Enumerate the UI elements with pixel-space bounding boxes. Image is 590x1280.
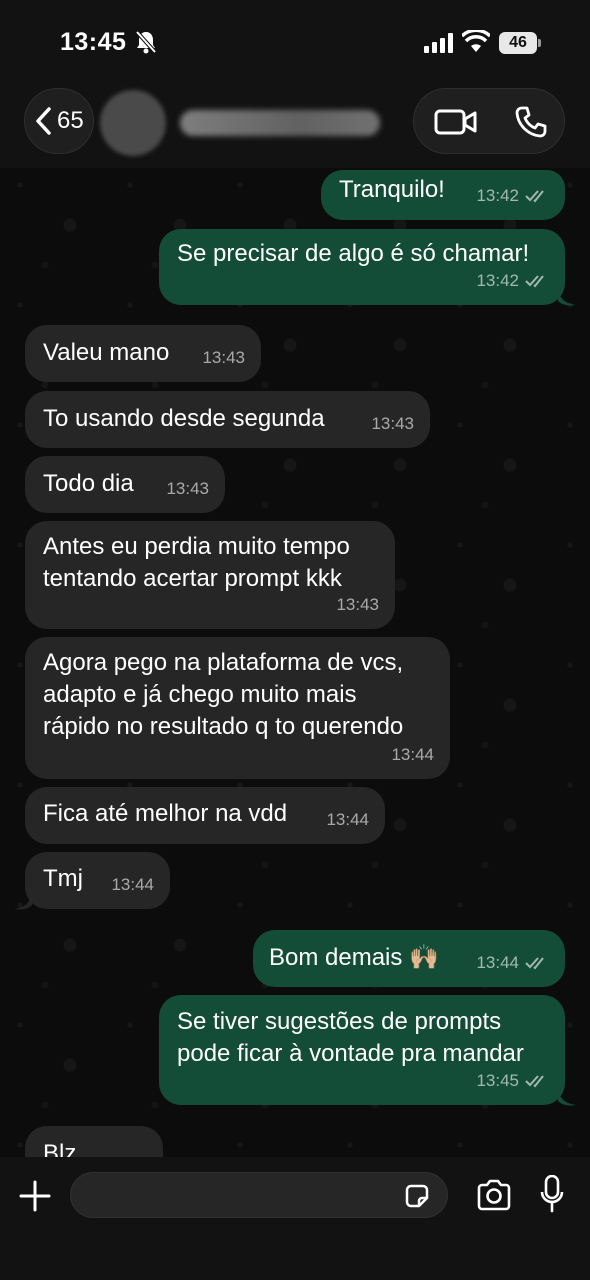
message-text: Tranquilo! bbox=[339, 176, 445, 203]
message-time: 13:43 bbox=[371, 414, 414, 433]
message-outgoing[interactable]: Bom demais 🙌🏼 13:44 bbox=[253, 930, 565, 987]
camera-icon[interactable] bbox=[476, 1179, 512, 1211]
battery-indicator: 46 bbox=[499, 32, 541, 54]
message-incoming[interactable]: Antes eu perdia muito tempo tentando ace… bbox=[25, 521, 395, 629]
message-time: 13:43 bbox=[166, 479, 209, 498]
message-time: 13:42 bbox=[476, 271, 519, 290]
message-outgoing[interactable]: Tranquilo! 13:42 bbox=[321, 170, 565, 220]
contact-avatar[interactable] bbox=[100, 90, 166, 156]
battery-level: 46 bbox=[499, 32, 537, 54]
message-meta: 13:43 bbox=[371, 408, 414, 440]
status-time: 13:45 bbox=[60, 28, 127, 56]
wifi-icon bbox=[462, 30, 490, 52]
message-incoming[interactable]: Agora pego na plataforma de vcs, adapto … bbox=[25, 637, 450, 779]
chat-header: 65 bbox=[0, 80, 590, 168]
message-meta: 13:44 bbox=[326, 804, 369, 836]
message-meta: 13:44 bbox=[391, 739, 434, 771]
message-time: 13:45 bbox=[476, 1071, 519, 1090]
message-text: Fica até melhor na vdd bbox=[43, 800, 288, 827]
chevron-left-icon bbox=[36, 107, 51, 135]
message-time: 13:44 bbox=[391, 745, 434, 764]
video-camera-icon[interactable] bbox=[434, 107, 478, 137]
message-incoming[interactable]: Todo dia 13:43 bbox=[25, 456, 225, 513]
message-time: 13:43 bbox=[202, 348, 245, 367]
call-actions bbox=[413, 88, 565, 154]
message-meta: 13:43 bbox=[336, 589, 379, 621]
message-meta: 13:43 bbox=[166, 473, 209, 505]
back-button[interactable]: 65 bbox=[24, 88, 94, 154]
unread-count: 65 bbox=[57, 107, 84, 134]
message-incoming[interactable]: Fica até melhor na vdd 13:44 bbox=[25, 787, 385, 844]
message-meta: 13:42 bbox=[476, 265, 549, 297]
message-input-bar bbox=[0, 1157, 590, 1280]
status-bar: 13:45 46 bbox=[0, 0, 590, 80]
message-meta: 13:43 bbox=[202, 342, 245, 374]
message-meta: 13:44 bbox=[476, 947, 549, 979]
read-receipt-icon bbox=[525, 275, 544, 288]
read-receipt-icon bbox=[525, 1075, 544, 1088]
message-time: 13:44 bbox=[111, 875, 154, 894]
message-time: 13:42 bbox=[476, 186, 519, 205]
message-input[interactable] bbox=[70, 1172, 448, 1218]
message-text: Antes eu perdia muito tempo tentando ace… bbox=[43, 533, 350, 592]
message-incoming[interactable]: Tmj 13:44 bbox=[25, 852, 170, 909]
message-outgoing[interactable]: Se tiver sugestões de prompts pode ficar… bbox=[159, 995, 565, 1105]
message-time: 13:44 bbox=[326, 810, 369, 829]
sticker-icon[interactable] bbox=[403, 1182, 431, 1210]
read-receipt-icon bbox=[525, 190, 544, 203]
bubble-tail bbox=[558, 289, 576, 306]
message-time: 13:44 bbox=[476, 953, 519, 972]
message-text: Tmj bbox=[43, 865, 83, 892]
message-text: Todo dia bbox=[43, 470, 134, 497]
message-incoming[interactable]: To usando desde segunda 13:43 bbox=[25, 391, 430, 448]
plus-icon[interactable] bbox=[18, 1179, 52, 1213]
message-incoming[interactable]: Valeu mano 13:43 bbox=[25, 325, 261, 382]
message-text: Bom demais 🙌🏼 bbox=[269, 944, 439, 971]
bubble-tail bbox=[558, 1089, 576, 1106]
message-text: Se tiver sugestões de prompts pode ficar… bbox=[177, 1008, 524, 1067]
phone-icon[interactable] bbox=[514, 105, 548, 139]
bell-slash-icon bbox=[135, 30, 157, 54]
message-text: To usando desde segunda bbox=[43, 405, 325, 432]
signal-icon bbox=[424, 33, 453, 53]
message-text: Valeu mano bbox=[43, 339, 170, 366]
message-text: Agora pego na plataforma de vcs, adapto … bbox=[43, 649, 404, 740]
microphone-icon[interactable] bbox=[540, 1175, 564, 1213]
read-receipt-icon bbox=[525, 957, 544, 970]
bubble-tail bbox=[14, 893, 32, 910]
message-time: 13:43 bbox=[336, 595, 379, 614]
message-meta: 13:44 bbox=[111, 869, 154, 901]
message-meta: 13:45 bbox=[476, 1065, 549, 1097]
message-meta: 13:42 bbox=[476, 180, 549, 212]
contact-name-redacted[interactable] bbox=[180, 110, 380, 136]
message-outgoing[interactable]: Se precisar de algo é só chamar! 13:42 bbox=[159, 229, 565, 305]
